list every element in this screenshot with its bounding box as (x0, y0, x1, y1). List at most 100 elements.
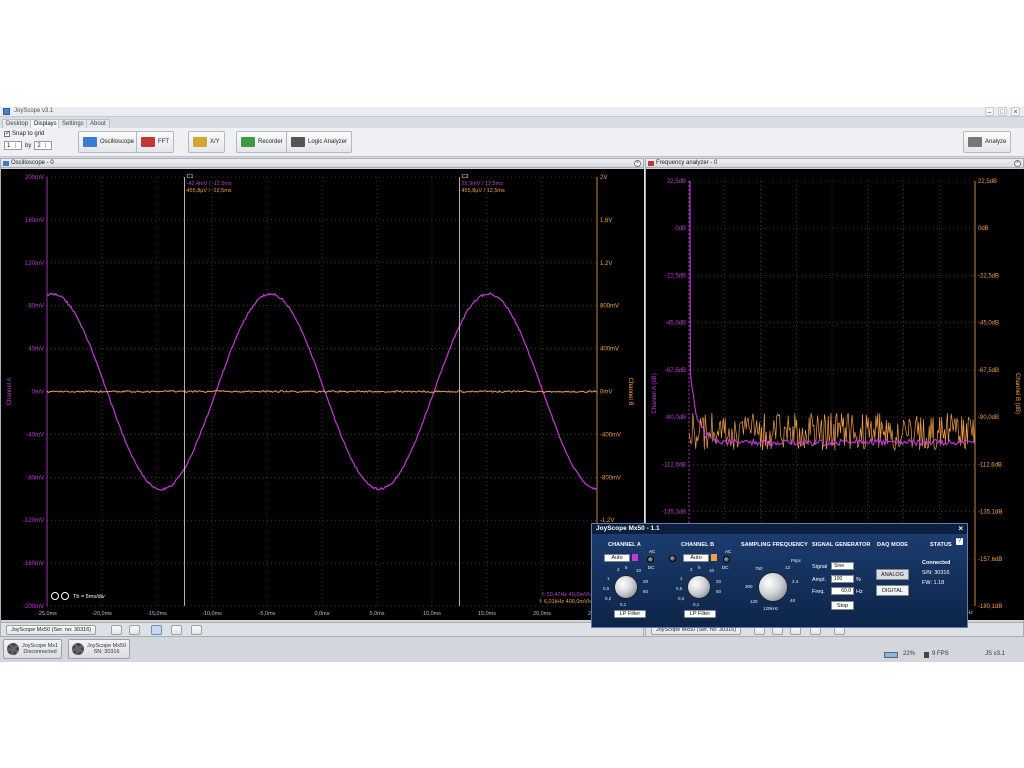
analog-mode-button[interactable]: ANALOG (876, 569, 909, 580)
device-mx50[interactable]: JoyScope Mx50 SN: 30316 (68, 639, 130, 659)
samp-label-0: 750 (755, 566, 763, 571)
knob-b-label-0: 2 (690, 567, 693, 572)
close-oscilloscope-icon[interactable]: × (634, 160, 641, 167)
snap-label: Snap to grid (12, 131, 44, 137)
channel-b-coupling-switch[interactable] (723, 556, 730, 563)
osc-left-tick: -120mV (23, 518, 44, 524)
oscilloscope-button[interactable]: Oscilloscope (78, 131, 139, 153)
channel-a-coupling-switch[interactable] (647, 556, 654, 563)
osc-x-tick: 5,0ms (370, 611, 385, 617)
fps-icon (924, 652, 929, 658)
maximize-button[interactable]: □ (998, 107, 1007, 116)
xy-label: X/Y (210, 139, 220, 145)
fft-title-text: Frequency analyzer - 0 (656, 160, 717, 166)
fft-right-tick: -180,1dB (978, 604, 1002, 610)
knob-a-label-1: 5 (625, 565, 628, 570)
help-icon[interactable]: ? (956, 538, 963, 545)
tab-settings[interactable]: Settings (58, 119, 88, 128)
snap-to-grid[interactable]: ✓ Snap to grid (4, 131, 44, 137)
xy-button[interactable]: X/Y (188, 131, 225, 153)
grid-rows-input[interactable]: 2 (34, 141, 52, 150)
cpu-usage: 22% (903, 651, 915, 657)
fft-right-tick: -67,5dB (978, 368, 999, 374)
analyze-icon (968, 137, 982, 147)
tab-about[interactable]: About (86, 119, 110, 128)
daq-close-icon[interactable]: × (958, 524, 963, 534)
knob-b-label-4: 20 (716, 579, 721, 584)
channel-a-range-knob[interactable] (614, 575, 638, 599)
snap-checkbox[interactable]: ✓ (4, 131, 10, 137)
osc-right-tick: 1,6V (600, 218, 612, 224)
timebase-label: Tb = 5ms/div (73, 594, 105, 600)
channel-b-power-toggle[interactable] (669, 555, 676, 562)
signal-select[interactable]: Sine (831, 562, 854, 570)
channel-a-lp-filter-button[interactable]: LP Filter (614, 610, 646, 618)
fft-panel-icon (648, 161, 654, 166)
channel-b-dc-label: DC (722, 565, 729, 570)
cpu-meter-icon (884, 652, 898, 658)
knob-b-label-5: 0,5 (676, 586, 682, 591)
osc-right-tick: 0mV (600, 390, 612, 396)
oscilloscope-title-text: Oscilloscope - 0 (11, 160, 54, 166)
fft-button[interactable]: FFT (136, 131, 174, 153)
osc-right-tick: 1,2V (600, 261, 612, 267)
logic-analyzer-button[interactable]: Logic Analyzer (286, 131, 352, 153)
digital-mode-button[interactable]: DIGITAL (876, 585, 909, 596)
fps-value: 9 FPS (932, 651, 949, 657)
grid-cols-input[interactable]: 1 (4, 141, 22, 150)
close-window-button[interactable]: × (1011, 107, 1020, 116)
oscilloscope-chart[interactable]: 200mV160mV120mV80mV40mV0mV-40mV-80mV-120… (1, 169, 644, 620)
axis-tool-icon[interactable] (171, 625, 182, 635)
fft-left-axis-label: Channel A (dB) (652, 373, 658, 413)
version: JS v3.1 (985, 651, 1005, 657)
osc-x-tick: 15,0ms (478, 611, 496, 617)
channel-b-lp-filter-button[interactable]: LP Filter (684, 610, 716, 618)
sampling-frequency-knob[interactable] (758, 572, 788, 602)
oscilloscope-panel-title: Oscilloscope - 0 × (1, 159, 643, 168)
edit-tool-icon[interactable] (111, 625, 122, 635)
osc-left-tick: 40mV (28, 347, 44, 353)
close-fft-icon[interactable]: × (1014, 160, 1021, 167)
recorder-icon (241, 137, 255, 147)
device-mx1[interactable]: JoyScope Mx1 Disconnected (3, 639, 62, 659)
oscilloscope-plot[interactable]: 200mV 160mV 120mV 80mV 40mV 0mV -40mV -80mV -120… (1, 169, 644, 620)
tab-displays[interactable]: Displays (30, 119, 61, 128)
pen-tool-icon[interactable] (129, 625, 140, 635)
device-mx50-sn: SN: 30316 (87, 649, 126, 655)
knob-a-label-8: 0,1 (620, 602, 626, 607)
oscilloscope-device-button[interactable]: JoyScope Mx50 (Ser. no: 30316) (6, 625, 96, 635)
knob-a-label-2: 10 (636, 568, 641, 573)
channel-b-auto-button[interactable]: Auto (683, 554, 709, 562)
knob-b-label-6: 50 (716, 589, 721, 594)
channel-b-header: CHANNEL B (681, 542, 714, 548)
recorder-button[interactable]: Recorder (236, 131, 288, 153)
osc-left-tick: 200mV (25, 175, 44, 181)
fft-right-axis-label: Channel B (dB) (1014, 373, 1020, 414)
channel-b-range-knob[interactable] (687, 575, 711, 599)
analyze-button[interactable]: Analyze (963, 131, 1011, 153)
camera-icon[interactable] (191, 625, 202, 635)
osc-x-tick: 10,0ms (423, 611, 441, 617)
daq-title-bar: JoyScope Mx50 - 1.1 × (592, 524, 967, 534)
cursor-c1-a-readout: -42,4mV / -12,5ms (187, 181, 232, 187)
fft-panel-title: Frequency analyzer - 0 × (646, 159, 1023, 168)
grid-by-label: by (25, 143, 31, 149)
fft-left-tick: 0dB (675, 226, 686, 232)
fft-right-tick: 22,5dB (978, 179, 997, 185)
generator-stop-button[interactable]: Stop (831, 601, 854, 610)
amplitude-select[interactable]: 100 (831, 575, 854, 583)
osc-x-tick: -25,0ms (37, 611, 57, 617)
samp-label-5: 120kHz (763, 606, 778, 611)
frequency-input[interactable]: 60,0 (831, 587, 854, 595)
osc-right-tick: 800mV (600, 304, 619, 310)
knob-b-label-7: 0,2 (678, 596, 684, 601)
status-header: STATUS (930, 542, 952, 548)
tab-desktop[interactable]: Desktop (2, 119, 32, 128)
samp-label-2: Pspc (791, 558, 801, 563)
grid-tool-icon[interactable] (151, 625, 162, 635)
firmware-version: FW: 1.18 (922, 580, 944, 586)
minimize-button[interactable]: – (985, 107, 994, 116)
channel-a-ac-label: AC (649, 549, 655, 554)
osc-x-tick: -20,0ms (92, 611, 112, 617)
channel-a-auto-button[interactable]: Auto (604, 554, 630, 562)
